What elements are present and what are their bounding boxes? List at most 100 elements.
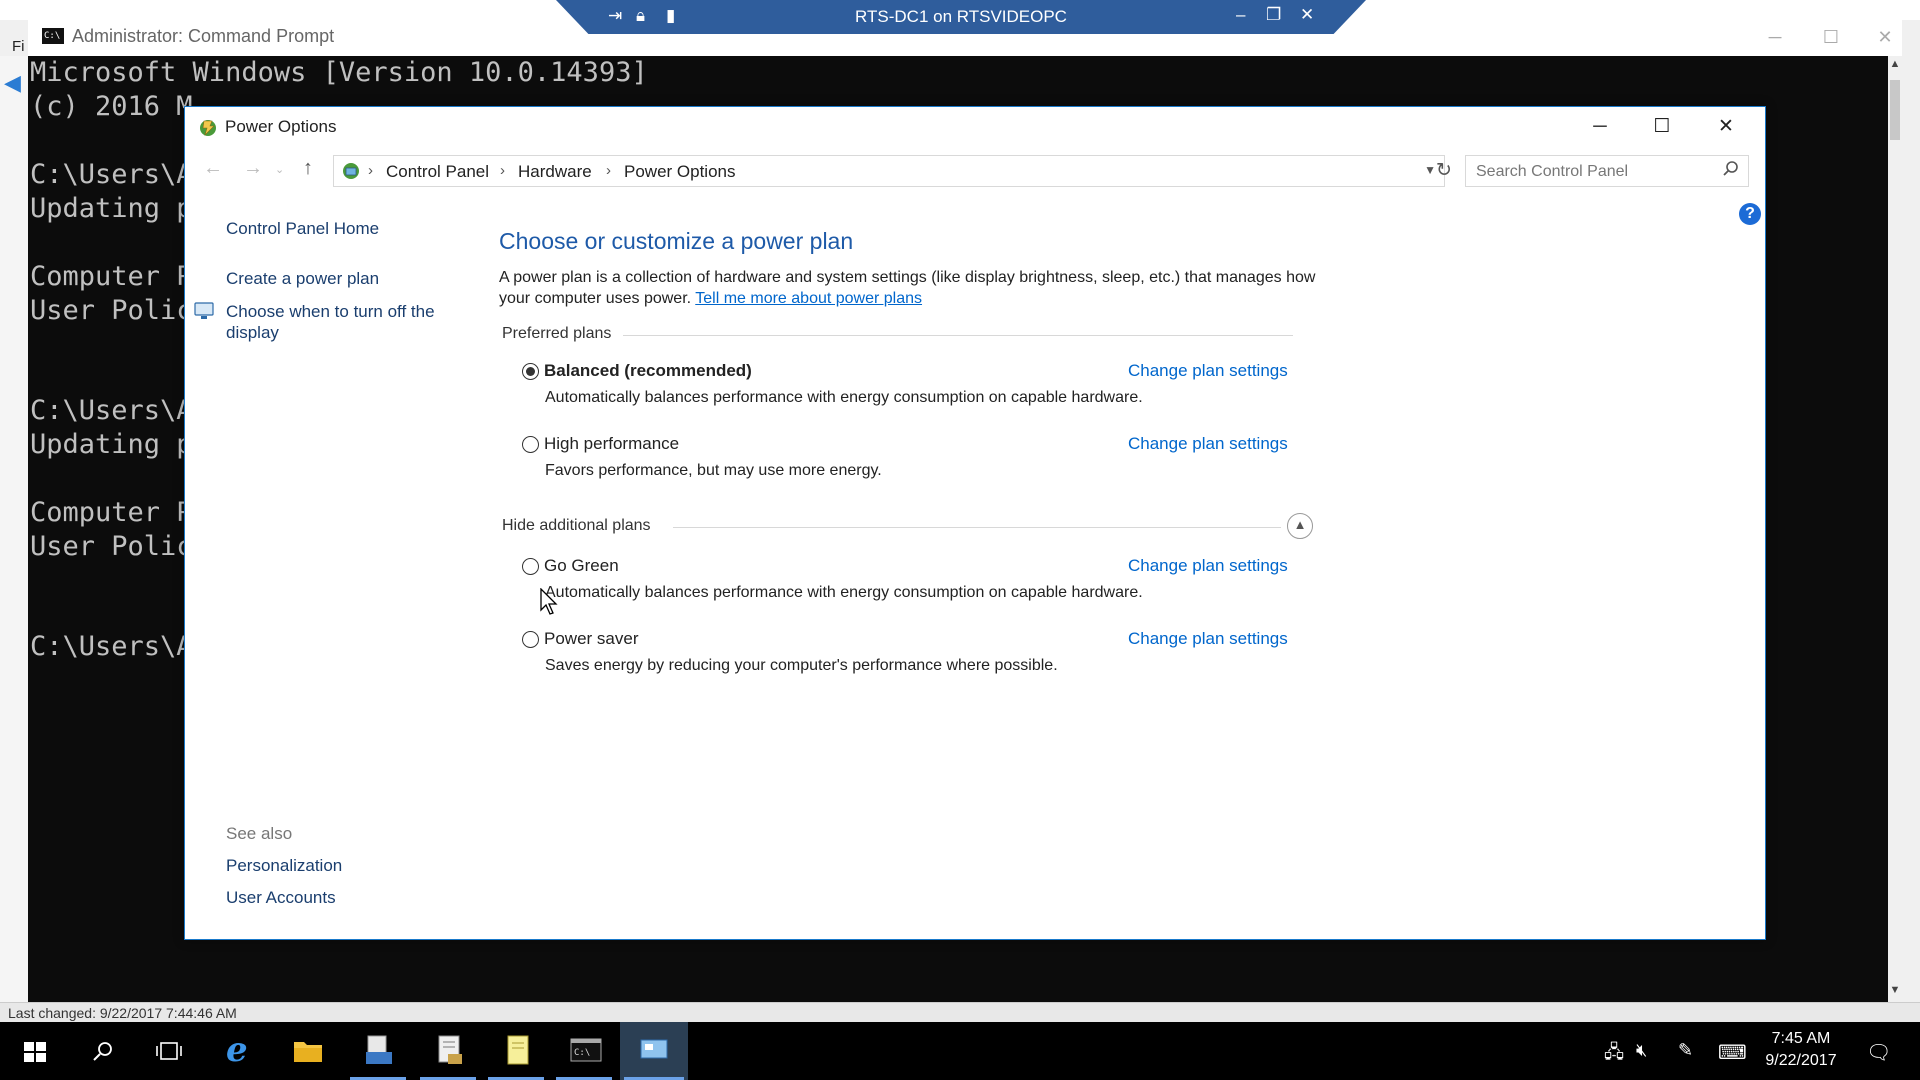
cmd-line: Updating p	[30, 429, 193, 460]
plan-description: Automatically balances performance with …	[545, 389, 1143, 406]
plan-description: Favors performance, but may use more ene…	[545, 462, 882, 479]
taskbar-internet-explorer[interactable]: e	[208, 1022, 272, 1080]
close-button[interactable]: ✕	[1695, 109, 1757, 145]
rdp-minimize-button[interactable]: ‒	[1236, 5, 1245, 25]
search-box[interactable]	[1465, 155, 1749, 187]
cmd-maximize-button[interactable]: ☐	[1808, 22, 1854, 52]
taskbar-notepad[interactable]	[484, 1022, 548, 1080]
cmd-line: (c) 2016 M	[30, 91, 193, 122]
notepad-icon	[507, 1035, 529, 1065]
up-button[interactable]: ↑	[303, 157, 313, 180]
change-plan-settings-link[interactable]: Change plan settings	[1128, 434, 1288, 454]
maximize-button[interactable]: ☐	[1631, 109, 1693, 145]
taskbar-command-prompt[interactable]: C:\	[552, 1022, 616, 1080]
collapse-chevron-up-icon[interactable]: ▲	[1287, 513, 1313, 539]
additional-plans-header[interactable]: Hide additional plans	[502, 517, 651, 535]
background-menu-fragment[interactable]: Fi	[12, 38, 25, 55]
search-input[interactable]	[1474, 160, 1714, 184]
cmd-scrollbar[interactable]: ▲ ▼	[1888, 56, 1902, 1002]
help-icon[interactable]: ?	[1739, 203, 1761, 225]
cmd-line: Microsoft Windows [Version 10.0.14393]	[30, 57, 648, 88]
task-view-button[interactable]	[136, 1022, 200, 1080]
scrollbar-thumb[interactable]	[1890, 80, 1900, 140]
plan-name[interactable]: High performance	[544, 434, 679, 454]
change-plan-settings-link[interactable]: Change plan settings	[1128, 629, 1288, 649]
cmd-line: User Polic	[30, 531, 193, 562]
command-prompt-icon: C:\	[570, 1038, 602, 1062]
sidebar-user-accounts[interactable]: User Accounts	[226, 888, 336, 908]
divider	[673, 527, 1281, 528]
change-plan-settings-link[interactable]: Change plan settings	[1128, 556, 1288, 576]
breadcrumb-hardware[interactable]: Hardware	[518, 162, 592, 182]
rdp-restore-button[interactable]: ❐	[1266, 5, 1281, 25]
breadcrumb-control-panel[interactable]: Control Panel	[386, 162, 489, 182]
display-icon	[193, 301, 215, 326]
breadcrumb-separator-icon[interactable]: ›	[500, 162, 505, 179]
power-options-window: Power Options ─ ☐ ✕ ← → ⌄ ↑ › Control Pa…	[184, 106, 1766, 940]
taskbar-notepad-script[interactable]	[416, 1022, 480, 1080]
plan-name[interactable]: Go Green	[544, 556, 619, 576]
scroll-up-icon[interactable]: ▲	[1889, 58, 1901, 70]
change-plan-settings-link[interactable]: Change plan settings	[1128, 361, 1288, 381]
preferred-plans-header: Preferred plans	[502, 325, 612, 342]
plan-radio-balanced[interactable]	[522, 363, 539, 380]
status-text: Last changed: 9/22/2017 7:44:46 AM	[8, 1005, 237, 1021]
breadcrumb-power-options[interactable]: Power Options	[624, 162, 736, 182]
pen-icon[interactable]: ✎	[1678, 1040, 1693, 1061]
cmd-line: User Polic	[30, 295, 193, 326]
address-bar[interactable]: › Control Panel › Hardware › Power Optio…	[333, 155, 1445, 187]
taskbar-file-explorer[interactable]	[276, 1022, 340, 1080]
back-arrow-icon[interactable]: ◀	[4, 70, 21, 96]
control-panel-icon	[640, 1039, 668, 1059]
learn-more-link[interactable]: Tell me more about power plans	[695, 290, 922, 307]
cmd-minimize-button[interactable]: ─	[1752, 22, 1798, 52]
start-button[interactable]	[2, 1022, 66, 1080]
windows-logo-icon	[24, 1042, 46, 1062]
network-warning-icon[interactable]: 🖧︎	[1604, 1040, 1624, 1070]
taskbar-control-panel[interactable]	[620, 1022, 688, 1080]
cmd-line: C:\Users\A	[30, 395, 193, 426]
volume-muted-icon[interactable]: 🔇︎	[1636, 1040, 1647, 1061]
minimize-button[interactable]: ─	[1569, 109, 1631, 145]
plan-name[interactable]: Balanced (recommended)	[544, 361, 752, 381]
keyboard-icon[interactable]: ⌨	[1718, 1040, 1747, 1065]
sidebar-create-power-plan[interactable]: Create a power plan	[226, 269, 379, 289]
plan-radio-power-saver[interactable]	[522, 631, 539, 648]
recent-locations-chevron-icon[interactable]: ⌄	[275, 163, 284, 176]
control-panel-icon	[340, 160, 362, 187]
back-button[interactable]: ←	[203, 157, 223, 180]
taskbar-server-manager[interactable]	[346, 1022, 410, 1080]
plan-radio-go-green[interactable]	[522, 558, 539, 575]
cmd-close-button[interactable]: ✕	[1862, 22, 1908, 52]
clock[interactable]: 7:45 AM 9/22/2017	[1758, 1028, 1844, 1072]
cmd-line: C:\Users\A	[30, 631, 193, 662]
plan-radio-high-performance[interactable]	[522, 436, 539, 453]
window-title: Power Options	[225, 117, 337, 136]
notifications-icon[interactable]: 🗨︎	[1866, 1040, 1891, 1065]
sidebar-control-panel-home[interactable]: Control Panel Home	[226, 219, 379, 239]
cmd-icon: C:\	[42, 28, 64, 44]
breadcrumb-separator-icon[interactable]: ›	[606, 162, 611, 179]
mouse-cursor-icon	[540, 587, 558, 621]
page-description: A power plan is a collection of hardware…	[499, 267, 1339, 309]
plan-description: Automatically balances performance with …	[545, 584, 1143, 601]
background-left-pane: ◀	[0, 56, 29, 1002]
scroll-down-icon[interactable]: ▼	[1889, 984, 1901, 996]
divider	[623, 335, 1293, 336]
cmd-title: Administrator: Command Prompt	[72, 26, 335, 46]
remote-desktop-bar: ⇥ 🔒︎ ▮ RTS-DC1 on RTSVIDEOPC ‒ ❐ ✕	[556, 0, 1366, 34]
refresh-icon[interactable]: ↻	[1429, 157, 1459, 185]
svg-text:C:\: C:\	[574, 1048, 590, 1058]
sidebar-personalization[interactable]: Personalization	[226, 856, 342, 876]
internet-explorer-icon: e	[226, 1030, 248, 1070]
taskbar-search-button[interactable]	[70, 1022, 134, 1080]
task-view-icon	[156, 1042, 182, 1060]
search-icon	[93, 1042, 112, 1061]
sidebar-turn-off-display[interactable]: Choose when to turn off the display	[226, 301, 446, 343]
search-icon[interactable]	[1722, 160, 1740, 183]
plan-name[interactable]: Power saver	[544, 629, 638, 649]
rdp-close-button[interactable]: ✕	[1300, 5, 1314, 25]
cmd-line: Computer P	[30, 261, 193, 292]
forward-button[interactable]: →	[243, 157, 263, 180]
taskbar: e C:\ 🖧︎ 🔇︎ ✎ ⌨ 7:45 AM 9/22/2017 🗨︎	[0, 1022, 1920, 1080]
